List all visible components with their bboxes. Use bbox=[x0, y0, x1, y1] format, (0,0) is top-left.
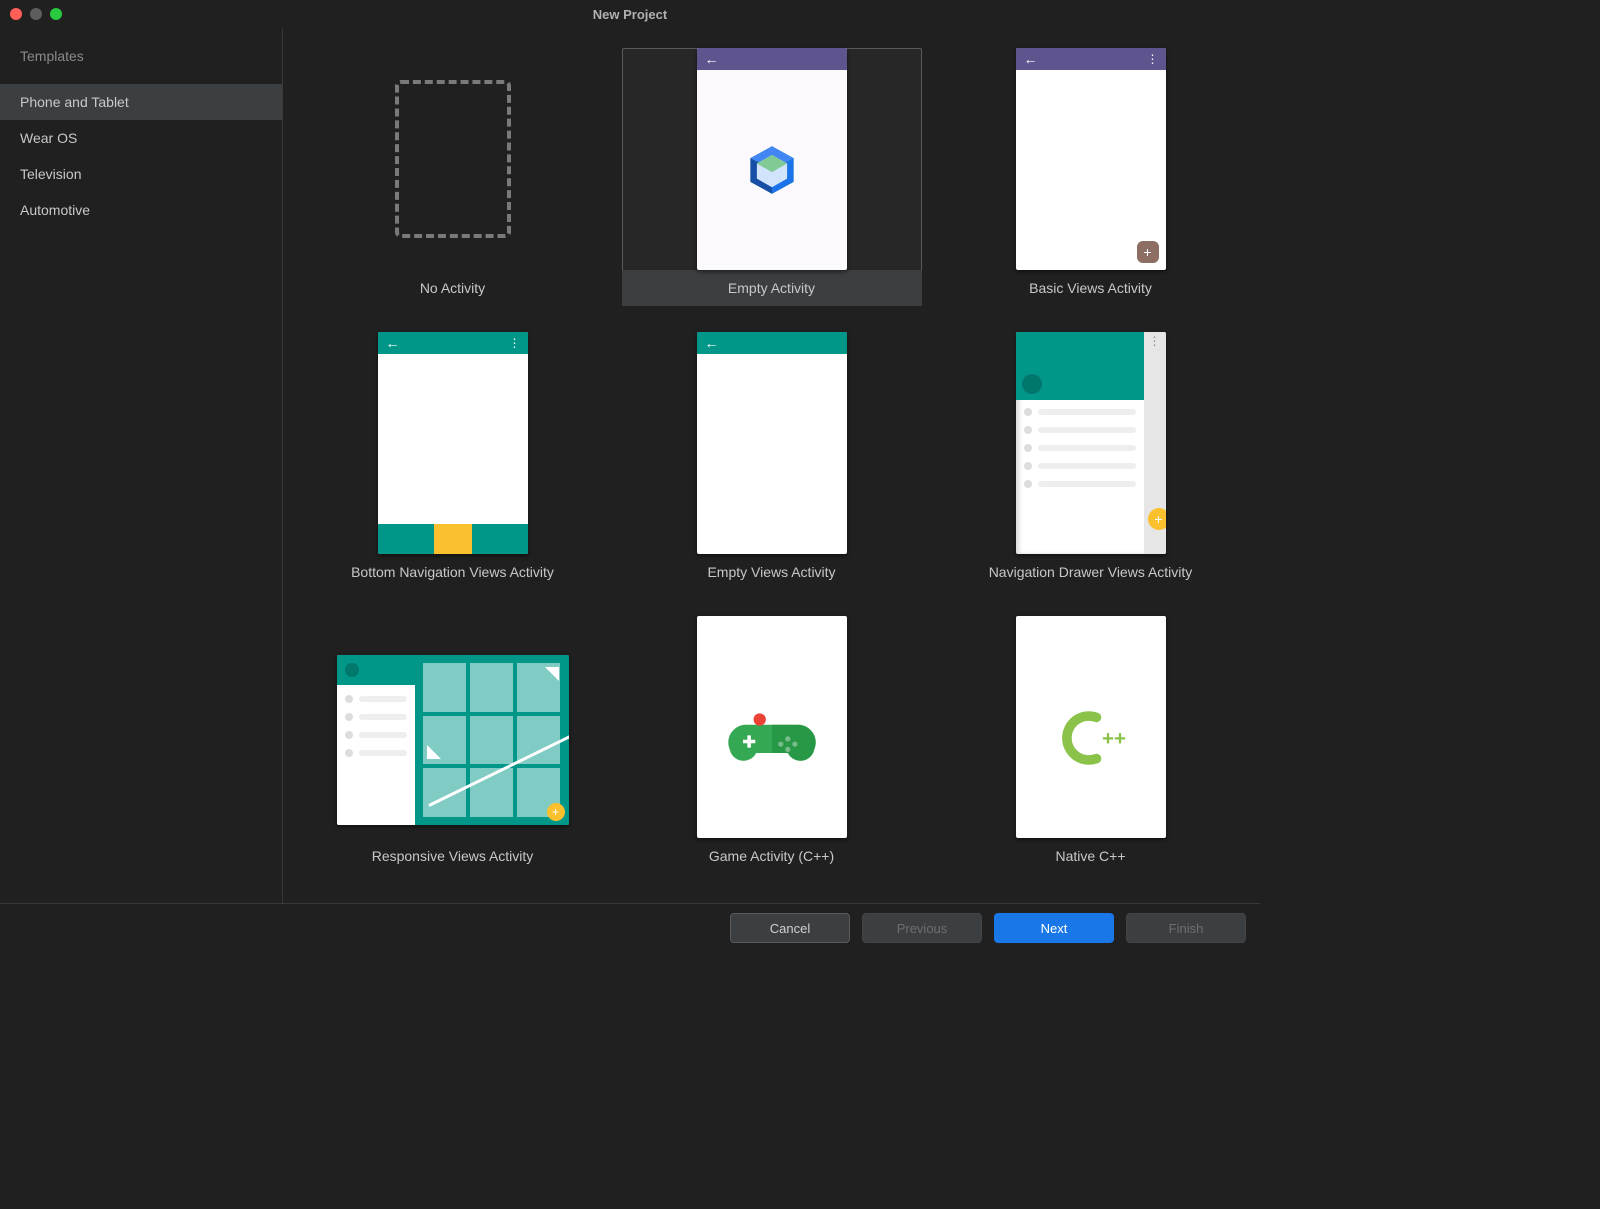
appbar-icon: ← bbox=[697, 48, 847, 70]
dashed-rect-icon bbox=[395, 80, 511, 238]
sidebar-item-television[interactable]: Television bbox=[0, 156, 282, 192]
sidebar-item-phone-and-tablet[interactable]: Phone and Tablet bbox=[0, 84, 282, 120]
appbar-icon: ← bbox=[697, 332, 847, 354]
sidebar-title: Templates bbox=[0, 48, 282, 84]
template-bottom-navigation[interactable]: ← ⋮ Bottom Navigation Views Activity bbox=[303, 332, 603, 590]
template-label: Navigation Drawer Views Activity bbox=[941, 554, 1241, 590]
content-area: Templates Phone and Tablet Wear OS Telev… bbox=[0, 28, 1260, 904]
window-controls bbox=[10, 8, 62, 20]
sidebar-item-wear-os[interactable]: Wear OS bbox=[0, 120, 282, 156]
drawer-header-icon bbox=[1016, 332, 1144, 400]
window-title: New Project bbox=[593, 7, 667, 22]
template-basic-views-activity[interactable]: ← ⋮ + Basic Views Activity bbox=[941, 48, 1241, 306]
template-label: No Activity bbox=[303, 270, 603, 306]
back-arrow-icon: ← bbox=[705, 51, 719, 67]
fab-plus-icon: + bbox=[1148, 508, 1166, 530]
back-arrow-icon: ← bbox=[705, 335, 719, 351]
template-navigation-drawer[interactable]: ⋮ + Navigation Drawer Views Activity bbox=[941, 332, 1241, 590]
template-native-cpp[interactable]: ++ Native C++ bbox=[941, 616, 1241, 874]
drawer-header-icon bbox=[337, 655, 415, 685]
more-vert-icon: ⋮ bbox=[1144, 334, 1166, 348]
back-arrow-icon: ← bbox=[1024, 51, 1038, 67]
appbar-icon: ← ⋮ bbox=[1016, 48, 1166, 70]
cpp-icon: ++ bbox=[1043, 703, 1139, 773]
next-button[interactable]: Next bbox=[994, 913, 1114, 943]
minimize-window-icon[interactable] bbox=[30, 8, 42, 20]
template-responsive-views[interactable]: + Responsive Views Activity bbox=[303, 616, 603, 874]
drawer-list-icon bbox=[337, 685, 415, 777]
template-label: Responsive Views Activity bbox=[303, 838, 603, 874]
resize-arrow-icon bbox=[423, 663, 569, 813]
sidebar-item-automotive[interactable]: Automotive bbox=[0, 192, 282, 228]
template-no-activity[interactable]: No Activity bbox=[303, 48, 603, 306]
drawer-list-icon bbox=[1016, 400, 1144, 506]
template-label: Empty Activity bbox=[622, 270, 922, 306]
previous-button: Previous bbox=[862, 913, 982, 943]
template-game-activity[interactable]: Game Activity (C++) bbox=[622, 616, 922, 874]
template-gallery: No Activity ← bbox=[283, 28, 1260, 904]
finish-button: Finish bbox=[1126, 913, 1246, 943]
back-arrow-icon: ← bbox=[386, 335, 400, 351]
compose-logo-icon bbox=[745, 143, 799, 197]
template-label: Game Activity (C++) bbox=[622, 838, 922, 874]
gamepad-icon bbox=[728, 706, 816, 770]
title-bar: New Project bbox=[0, 0, 1260, 28]
template-empty-views-activity[interactable]: ← Empty Views Activity bbox=[622, 332, 922, 590]
fab-plus-icon: + bbox=[547, 803, 565, 821]
template-label: Basic Views Activity bbox=[941, 270, 1241, 306]
template-label: Native C++ bbox=[941, 838, 1241, 874]
template-label: Bottom Navigation Views Activity bbox=[303, 554, 603, 590]
more-vert-icon: ⋮ bbox=[509, 336, 520, 350]
fab-plus-icon: + bbox=[1137, 241, 1159, 263]
close-window-icon[interactable] bbox=[10, 8, 22, 20]
cancel-button[interactable]: Cancel bbox=[730, 913, 850, 943]
maximize-window-icon[interactable] bbox=[50, 8, 62, 20]
template-empty-activity[interactable]: ← Empty Activity bbox=[622, 48, 922, 306]
templates-sidebar: Templates Phone and Tablet Wear OS Telev… bbox=[0, 28, 283, 904]
template-label: Empty Views Activity bbox=[622, 554, 922, 590]
svg-text:++: ++ bbox=[1101, 727, 1125, 750]
appbar-icon: ← ⋮ bbox=[378, 332, 528, 354]
more-vert-icon: ⋮ bbox=[1147, 52, 1158, 66]
bottom-nav-icon bbox=[378, 524, 528, 554]
wizard-footer: Cancel Previous Next Finish bbox=[0, 903, 1260, 952]
